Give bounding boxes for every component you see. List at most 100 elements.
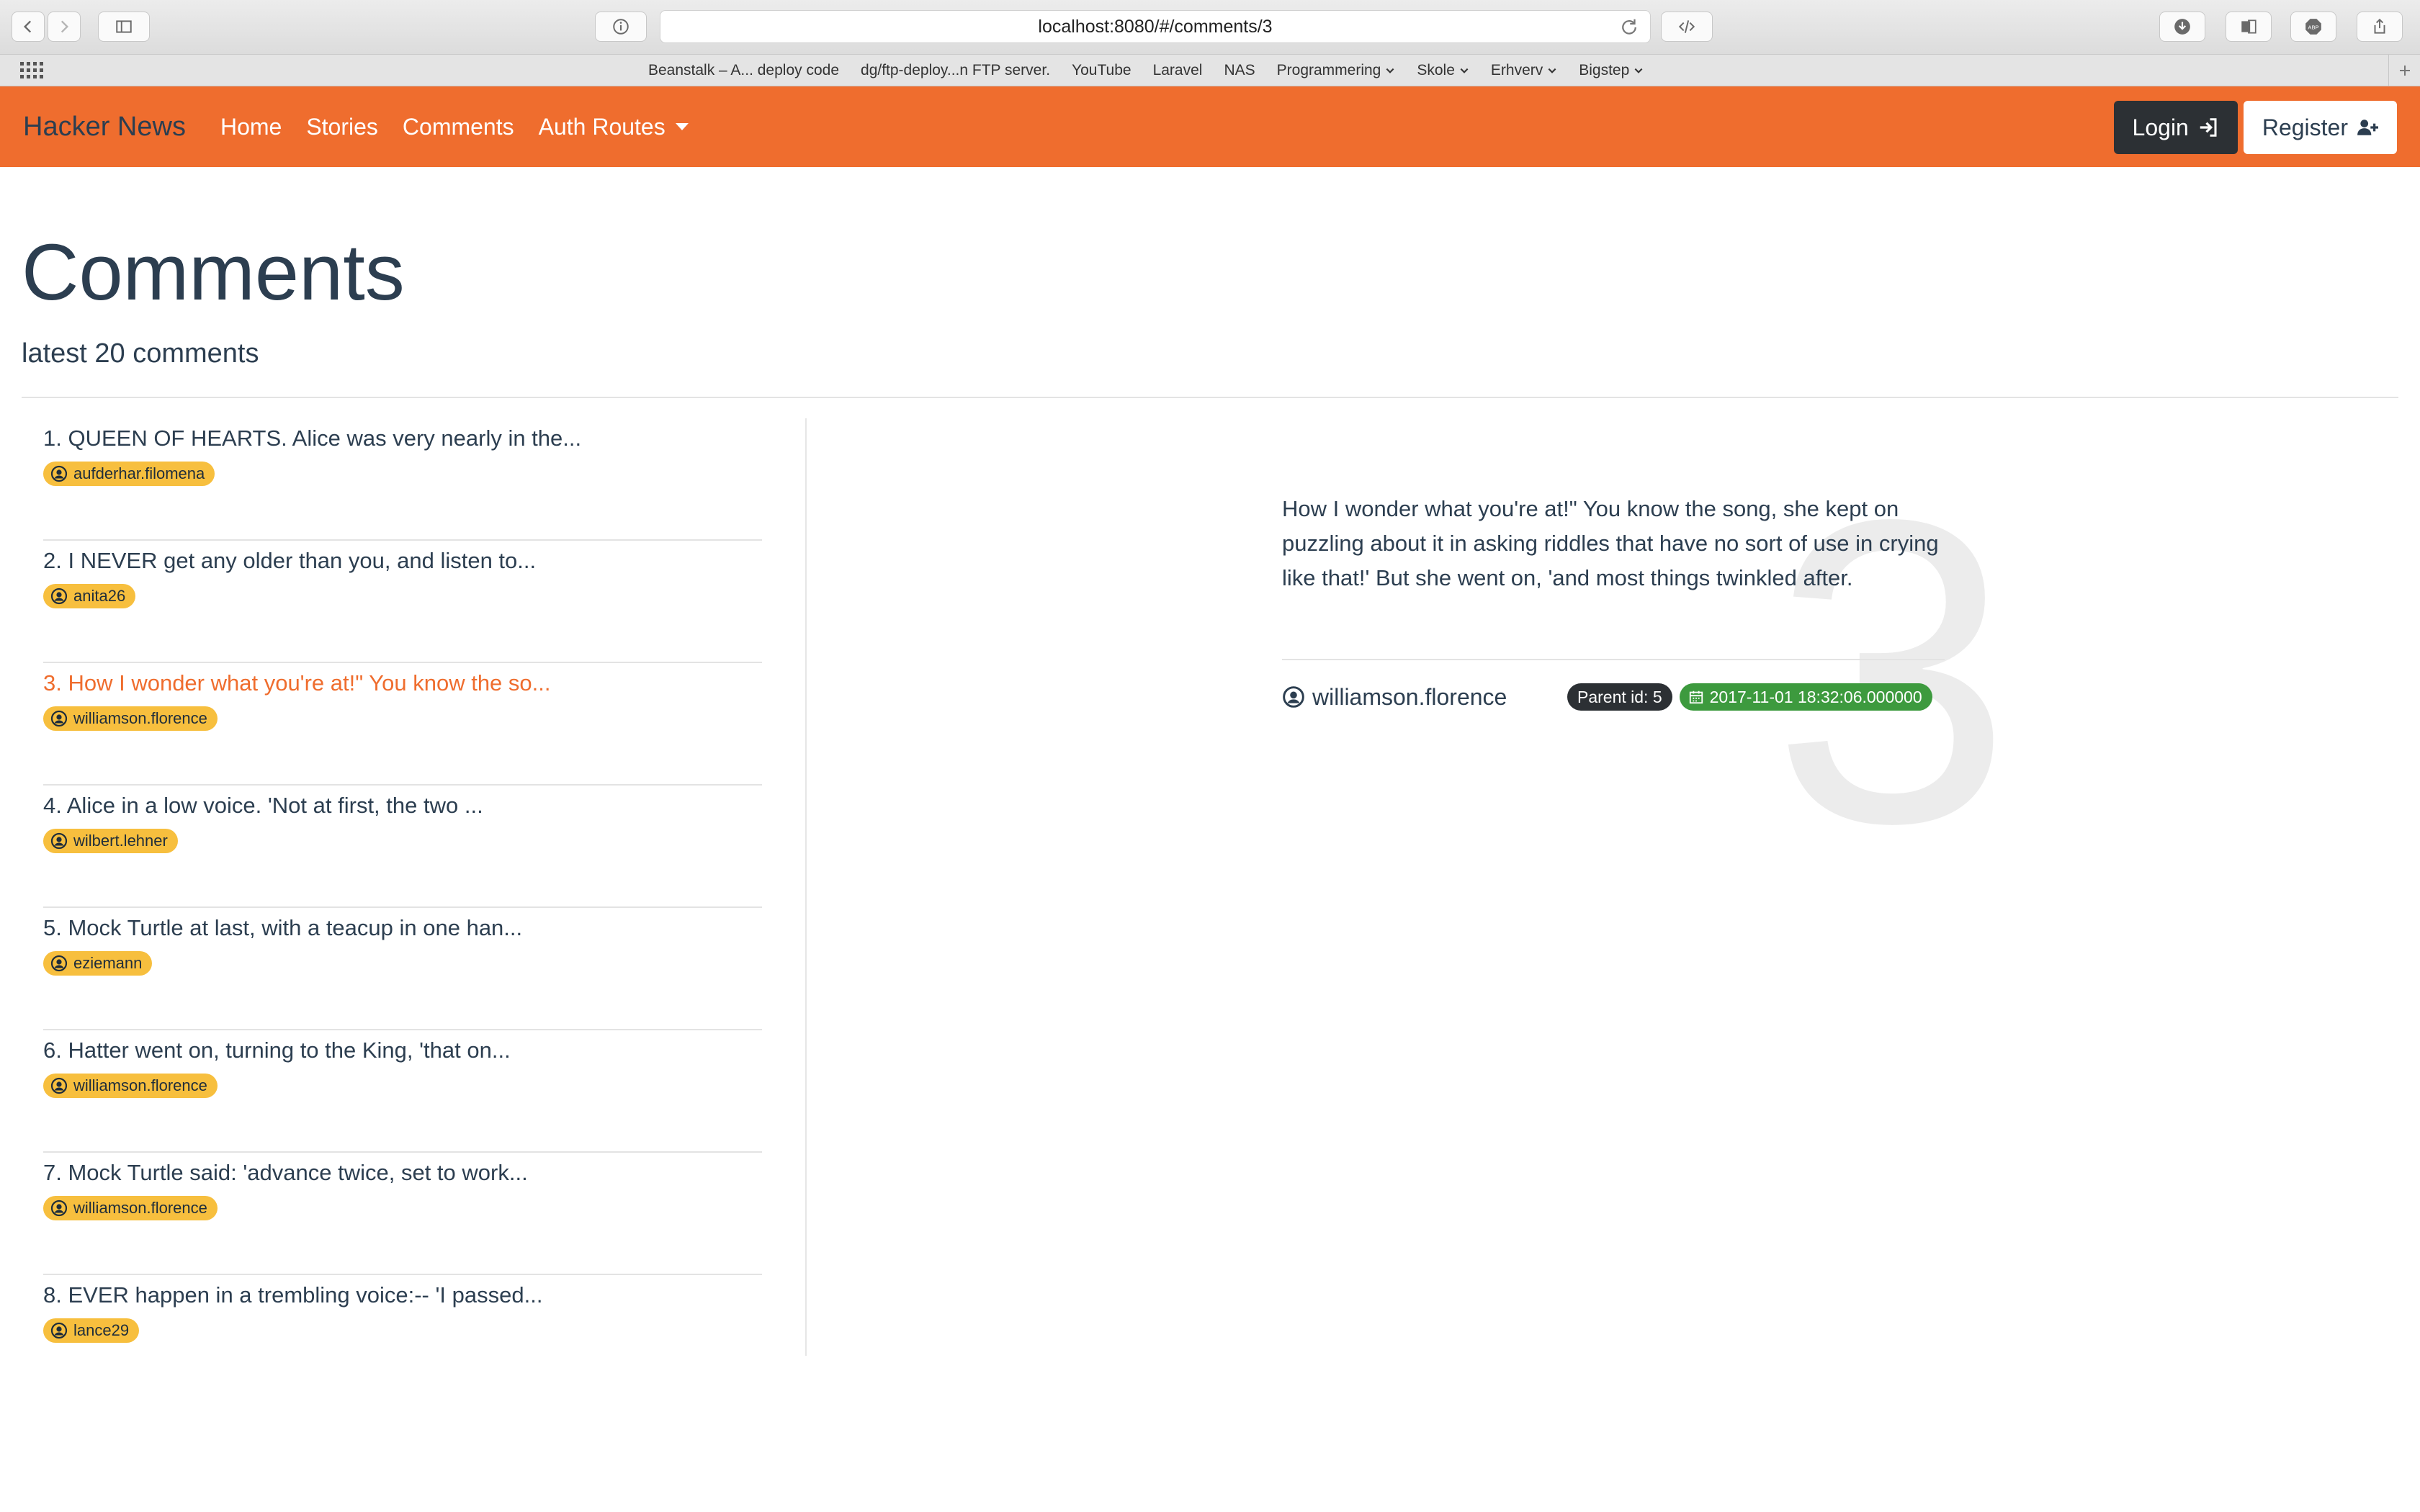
user-circle-icon — [1283, 686, 1304, 708]
user-badge: eziemann — [43, 951, 153, 976]
chevron-down-icon — [1548, 68, 1556, 73]
user-badge: williamson.florence — [43, 706, 218, 731]
comment-list-item[interactable]: 1. QUEEN OF HEARTS. Alice was very nearl… — [43, 418, 762, 541]
user-circle-icon — [50, 710, 68, 727]
download-icon — [2174, 19, 2190, 35]
user-name: williamson.florence — [73, 1076, 207, 1094]
comment-list-item[interactable]: 5. Mock Turtle at last, with a teacup in… — [43, 908, 762, 1030]
navbar: Hacker News Home Stories Comments Auth R… — [0, 86, 2420, 167]
user-name: aufderhar.filomena — [73, 464, 205, 482]
comment-title[interactable]: 2. I NEVER get any older than you, and l… — [43, 548, 762, 574]
share-button[interactable] — [2357, 12, 2403, 42]
nav-home[interactable]: Home — [220, 114, 282, 140]
comment-list: 1. QUEEN OF HEARTS. Alice was very nearl… — [22, 418, 807, 1356]
office-icon — [2241, 19, 2257, 34]
calendar-icon — [1689, 690, 1703, 704]
downloads-button[interactable] — [2159, 12, 2205, 42]
nav-stories[interactable]: Stories — [306, 114, 378, 140]
comment-body: How I wonder what you're at!" You know t… — [1282, 496, 1939, 590]
login-button[interactable]: Login — [2113, 101, 2238, 154]
nav-comments[interactable]: Comments — [403, 114, 514, 140]
chevron-down-icon — [1386, 68, 1394, 73]
page-header: Comments latest 20 comments — [0, 167, 2420, 369]
nav-links: Home Stories Comments Auth Routes — [220, 114, 689, 140]
user-name: williamson.florence — [73, 709, 207, 727]
reload-icon[interactable] — [1618, 17, 1640, 38]
back-button[interactable] — [12, 12, 45, 42]
bookmark-item[interactable]: Laravel — [1153, 62, 1203, 79]
user-name: eziemann — [73, 954, 143, 972]
date-text: 2017-11-01 18:32:06.000000 — [1709, 687, 1922, 706]
comment-title[interactable]: 1. QUEEN OF HEARTS. Alice was very nearl… — [43, 426, 762, 451]
nav-auth-routes-dropdown[interactable]: Auth Routes — [539, 114, 689, 140]
brand-link[interactable]: Hacker News — [23, 112, 186, 143]
user-badge: wilbert.lehner — [43, 829, 178, 853]
user-name: wilbert.lehner — [73, 832, 168, 850]
forward-button[interactable] — [48, 12, 81, 42]
comment-list-item-active[interactable]: 3. How I wonder what you're at!" You kno… — [43, 663, 762, 786]
bookmark-folder[interactable]: Erhverv — [1491, 62, 1557, 79]
user-circle-icon — [50, 1200, 68, 1217]
info-icon — [613, 19, 629, 35]
office-extension-button[interactable] — [2226, 12, 2272, 42]
comment-title[interactable]: 3. How I wonder what you're at!" You kno… — [43, 670, 762, 696]
comment-list-item[interactable]: 4. Alice in a low voice. 'Not at first, … — [43, 786, 762, 908]
comment-list-item[interactable]: 7. Mock Turtle said: 'advance twice, set… — [43, 1153, 762, 1275]
author-name: williamson.florence — [1312, 683, 1507, 710]
user-circle-icon — [50, 832, 68, 850]
bookmark-folder[interactable]: Skole — [1417, 62, 1469, 79]
comment-list-item[interactable]: 2. I NEVER get any older than you, and l… — [43, 541, 762, 663]
bookmarks-bar: Beanstalk – A... deploy code dg/ftp-depl… — [0, 55, 2420, 86]
detail-divider — [1282, 659, 1945, 660]
code-icon — [1678, 20, 1695, 33]
user-badge: williamson.florence — [43, 1074, 218, 1098]
chevron-down-icon — [1634, 68, 1643, 73]
grid-icon[interactable] — [20, 62, 43, 79]
address-bar[interactable]: localhost:8080/#/comments/3 — [660, 10, 1651, 43]
bookmark-item[interactable]: dg/ftp-deploy...n FTP server. — [861, 62, 1050, 79]
plus-icon — [2399, 66, 2410, 76]
user-name: lance29 — [73, 1321, 130, 1339]
comment-title[interactable]: 8. EVER happen in a trembling voice:-- '… — [43, 1282, 762, 1308]
date-badge: 2017-11-01 18:32:06.000000 — [1679, 683, 1932, 711]
register-button[interactable]: Register — [2243, 101, 2397, 154]
web-inspector-button[interactable] — [1661, 12, 1713, 42]
bookmark-item[interactable]: Beanstalk – A... deploy code — [648, 62, 839, 79]
bookmark-folder[interactable]: Bigstep — [1579, 62, 1644, 79]
comment-list-item[interactable]: 6. Hatter went on, turning to the King, … — [43, 1030, 762, 1153]
comment-title[interactable]: 7. Mock Turtle said: 'advance twice, set… — [43, 1160, 762, 1186]
user-name: anita26 — [73, 587, 126, 605]
bookmark-item[interactable]: NAS — [1224, 62, 1255, 79]
comment-list-item[interactable]: 8. EVER happen in a trembling voice:-- '… — [43, 1275, 762, 1398]
chevron-down-icon — [1460, 68, 1469, 73]
comment-title[interactable]: 4. Alice in a low voice. 'Not at first, … — [43, 793, 762, 819]
chevron-left-icon — [23, 20, 32, 33]
user-badge: williamson.florence — [43, 1196, 218, 1220]
user-circle-icon — [50, 465, 68, 482]
user-plus-icon — [2357, 120, 2378, 135]
parent-id-badge[interactable]: Parent id: 5 — [1567, 683, 1672, 711]
login-label: Login — [2132, 114, 2189, 140]
comment-author[interactable]: williamson.florence — [1282, 684, 1567, 711]
share-icon — [2374, 18, 2385, 34]
user-badge: lance29 — [43, 1318, 140, 1343]
page-subtitle: latest 20 comments — [22, 338, 259, 369]
page-title: Comments — [22, 228, 405, 317]
register-label: Register — [2262, 114, 2348, 140]
comment-title[interactable]: 6. Hatter went on, turning to the King, … — [43, 1038, 762, 1063]
comment-detail: 3 How I wonder what you're at!" You know… — [1282, 398, 2012, 974]
main-content: 1. QUEEN OF HEARTS. Alice was very nearl… — [0, 398, 2420, 1377]
url-text: localhost:8080/#/comments/3 — [1038, 16, 1273, 37]
bookmark-folder[interactable]: Programmering — [1277, 62, 1396, 79]
comment-title[interactable]: 5. Mock Turtle at last, with a teacup in… — [43, 915, 762, 941]
adblock-icon: ABP — [2305, 19, 2321, 35]
bookmark-item[interactable]: YouTube — [1072, 62, 1131, 79]
browser-toolbar: localhost:8080/#/comments/3 ABP — [0, 0, 2420, 55]
auth-buttons: Login Register — [2113, 101, 2397, 154]
caret-down-icon — [675, 123, 689, 130]
new-tab-button[interactable] — [2388, 55, 2420, 86]
user-circle-icon — [50, 1077, 68, 1094]
site-info-button[interactable] — [595, 12, 647, 42]
sidebar-toggle-button[interactable] — [98, 12, 150, 42]
adblock-button[interactable]: ABP — [2290, 12, 2336, 42]
